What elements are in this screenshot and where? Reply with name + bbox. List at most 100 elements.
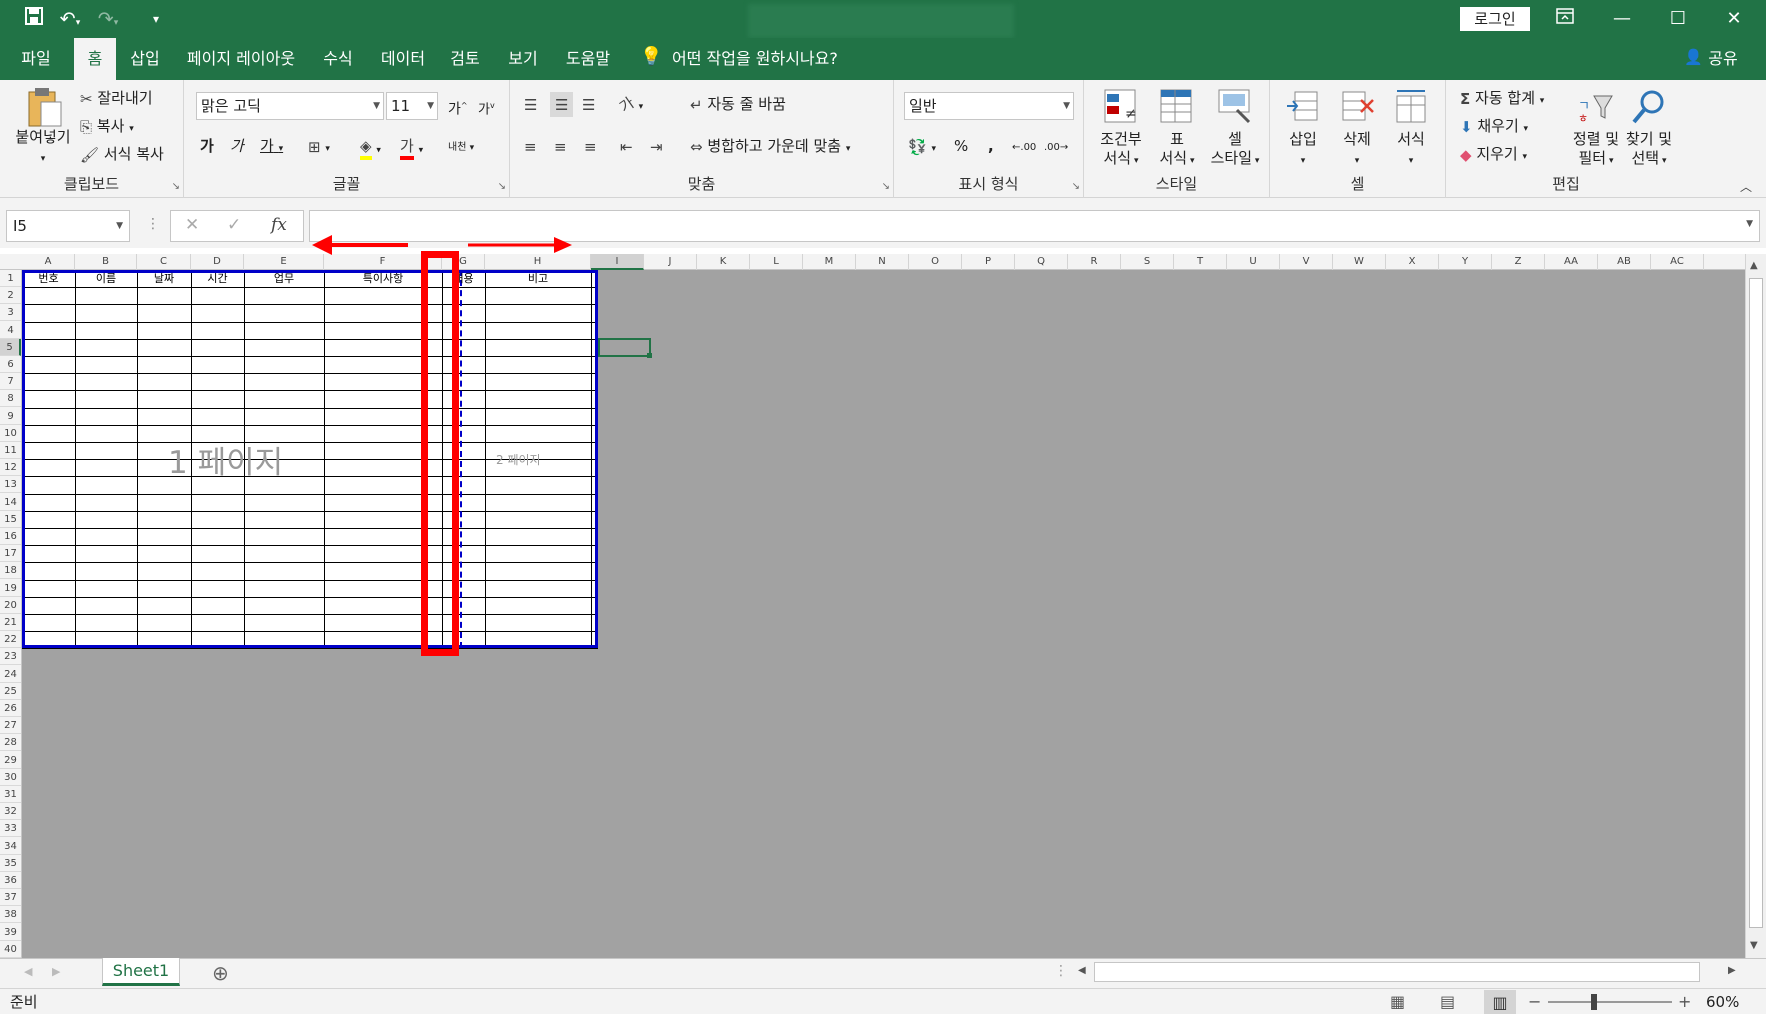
column-header-c[interactable]: C bbox=[137, 254, 191, 270]
row-header-38[interactable]: 38 bbox=[0, 906, 21, 924]
column-header-w[interactable]: W bbox=[1333, 254, 1386, 270]
sheet-tab-sheet1[interactable]: Sheet1 bbox=[102, 958, 180, 986]
table-header-cell[interactable]: 번호 bbox=[22, 270, 75, 287]
row-header-1[interactable]: 1 bbox=[0, 270, 21, 287]
row-header-9[interactable]: 9 bbox=[0, 408, 21, 425]
ribbon-display-icon[interactable] bbox=[1537, 0, 1593, 38]
format-painter-button[interactable]: 🖌 서식 복사 bbox=[80, 144, 164, 165]
conditional-formatting-button[interactable]: ≠ 조건부 서식 ▾ bbox=[1094, 88, 1148, 171]
align-middle-button[interactable]: ☰ bbox=[550, 92, 574, 117]
column-header-l[interactable]: L bbox=[750, 254, 803, 270]
row-header-29[interactable]: 29 bbox=[0, 752, 21, 769]
phonetic-button[interactable]: 내천 ▾ bbox=[448, 138, 474, 158]
drag-handle-icon[interactable]: ⋮ bbox=[146, 216, 160, 232]
row-header-19[interactable]: 19 bbox=[0, 580, 21, 597]
dialog-launcher-icon[interactable]: ↘ bbox=[498, 181, 506, 192]
paste-button[interactable]: 붙여넣기 ▾ bbox=[8, 86, 78, 169]
row-header-2[interactable]: 2 bbox=[0, 287, 21, 305]
zoom-slider-thumb[interactable] bbox=[1591, 994, 1597, 1010]
row-header-6[interactable]: 6 bbox=[0, 356, 21, 373]
column-header-a[interactable]: A bbox=[22, 254, 75, 270]
split-handle-icon[interactable]: ⋮ bbox=[1054, 963, 1068, 979]
table-header-cell[interactable]: 날짜 bbox=[137, 270, 191, 287]
tell-me-search[interactable]: 어떤 작업을 원하시나요? bbox=[672, 38, 862, 80]
accounting-format-button[interactable]: 💱 ▾ bbox=[908, 136, 936, 159]
tab-home[interactable]: 홈 bbox=[74, 38, 116, 80]
font-color-button[interactable]: 가 ▾ bbox=[400, 136, 423, 161]
insert-function-icon[interactable]: fx bbox=[271, 215, 287, 235]
column-header-n[interactable]: N bbox=[856, 254, 909, 270]
row-header-15[interactable]: 15 bbox=[0, 511, 21, 528]
orientation-button[interactable]: 가 ▾ bbox=[616, 93, 643, 117]
align-bottom-button[interactable]: ☰ bbox=[582, 94, 595, 115]
row-header-36[interactable]: 36 bbox=[0, 872, 21, 889]
zoom-level[interactable]: 60% bbox=[1706, 989, 1739, 1014]
row-header-20[interactable]: 20 bbox=[0, 597, 21, 614]
next-sheet-icon[interactable]: ▶ bbox=[52, 965, 60, 978]
dialog-launcher-icon[interactable]: ↘ bbox=[172, 181, 180, 192]
normal-view-icon[interactable]: ▦ bbox=[1390, 989, 1405, 1014]
row-header-8[interactable]: 8 bbox=[0, 390, 21, 408]
column-header-r[interactable]: R bbox=[1068, 254, 1121, 270]
row-header-18[interactable]: 18 bbox=[0, 562, 21, 580]
scroll-up-icon[interactable]: ▲ bbox=[1750, 260, 1758, 271]
column-header-z[interactable]: Z bbox=[1492, 254, 1545, 270]
row-header-4[interactable]: 4 bbox=[0, 322, 21, 339]
insert-cells-button[interactable]: 삽입 ▾ bbox=[1278, 88, 1328, 171]
shrink-font-button[interactable]: 가v bbox=[478, 96, 495, 120]
tab-review[interactable]: 검토 bbox=[442, 38, 488, 80]
column-header-o[interactable]: O bbox=[909, 254, 962, 270]
redo-icon[interactable]: ↷▾ bbox=[92, 6, 124, 32]
cell-styles-button[interactable]: 셀 스타일 ▾ bbox=[1204, 88, 1266, 171]
copy-button[interactable]: ⎘ 복사 ▾ bbox=[80, 116, 134, 139]
format-as-table-button[interactable]: 표 서식 ▾ bbox=[1150, 88, 1204, 171]
row-header-16[interactable]: 16 bbox=[0, 528, 21, 545]
row-header-34[interactable]: 34 bbox=[0, 838, 21, 855]
zoom-slider-track[interactable] bbox=[1548, 1001, 1672, 1003]
table-header-cell[interactable]: 시간 bbox=[191, 270, 244, 287]
percent-button[interactable]: % bbox=[954, 136, 968, 156]
enter-icon[interactable]: ✓ bbox=[227, 215, 241, 235]
scroll-down-icon[interactable]: ▼ bbox=[1750, 940, 1758, 951]
grow-font-button[interactable]: 가^ bbox=[448, 96, 468, 120]
row-header-39[interactable]: 39 bbox=[0, 924, 21, 941]
sort-filter-button[interactable]: ㄱㅎ 정렬 및 필터 ▾ bbox=[1572, 88, 1620, 171]
row-header-31[interactable]: 31 bbox=[0, 786, 21, 803]
clear-button[interactable]: ◆ 지우기 ▾ bbox=[1460, 144, 1527, 167]
customize-icon[interactable]: ▾ bbox=[148, 6, 164, 32]
zoom-out-icon[interactable]: − bbox=[1528, 989, 1541, 1014]
dialog-launcher-icon[interactable]: ↘ bbox=[882, 181, 890, 192]
expand-formula-icon[interactable]: ▼ bbox=[1746, 219, 1753, 229]
column-header-s[interactable]: S bbox=[1121, 254, 1174, 270]
row-header-22[interactable]: 22 bbox=[0, 631, 21, 649]
add-sheet-icon[interactable]: ⊕ bbox=[212, 961, 229, 985]
column-header-t[interactable]: T bbox=[1174, 254, 1227, 270]
column-header-p[interactable]: P bbox=[962, 254, 1015, 270]
column-header-j[interactable]: J bbox=[644, 254, 697, 270]
number-format-select[interactable]: 일반 ▼ bbox=[904, 92, 1074, 120]
increase-decimal-button[interactable]: ←.00 bbox=[1012, 138, 1036, 158]
cut-button[interactable]: ✂ 잘라내기 bbox=[80, 88, 153, 109]
zoom-in-icon[interactable]: + bbox=[1678, 989, 1691, 1014]
underline-button[interactable]: 가 ▾ bbox=[260, 136, 283, 159]
column-header-aa[interactable]: AA bbox=[1545, 254, 1598, 270]
column-header-q[interactable]: Q bbox=[1015, 254, 1068, 270]
decrease-indent-button[interactable]: ⇤ bbox=[620, 136, 633, 157]
column-header-i[interactable]: I bbox=[591, 254, 644, 270]
row-header-17[interactable]: 17 bbox=[0, 545, 21, 563]
increase-indent-button[interactable]: ⇥ bbox=[650, 136, 663, 157]
column-header-b[interactable]: B bbox=[75, 254, 137, 270]
close-icon[interactable]: ✕ bbox=[1706, 0, 1762, 38]
row-header-35[interactable]: 35 bbox=[0, 855, 21, 872]
row-header-32[interactable]: 32 bbox=[0, 803, 21, 821]
minimize-icon[interactable]: — bbox=[1594, 0, 1650, 38]
decrease-decimal-button[interactable]: .00→ bbox=[1044, 138, 1068, 158]
horizontal-scroll-thumb[interactable] bbox=[1094, 962, 1700, 982]
table-header-cell[interactable]: 이름 bbox=[75, 270, 137, 287]
align-center-button[interactable]: ≡ bbox=[554, 136, 567, 157]
font-size-select[interactable]: 11 ▼ bbox=[386, 92, 438, 120]
page-break-view-icon[interactable]: ▥ bbox=[1484, 990, 1516, 1014]
maximize-icon[interactable]: ☐ bbox=[1650, 0, 1706, 38]
prev-sheet-icon[interactable]: ◀ bbox=[24, 965, 32, 978]
row-header-12[interactable]: 12 bbox=[0, 459, 21, 477]
